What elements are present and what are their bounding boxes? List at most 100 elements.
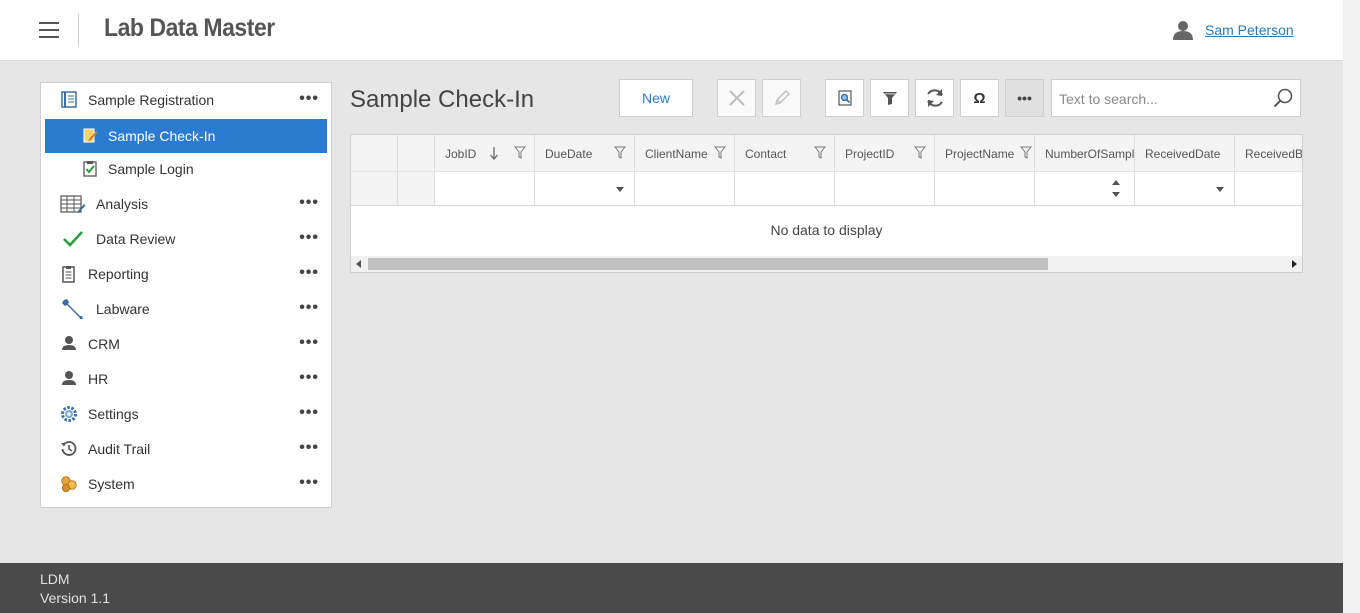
column-header-label: ReceivedDate <box>1145 147 1221 161</box>
grid-header-row: JobID DueDate ClientName Contact Project… <box>351 135 1302 172</box>
column-header-numberofsamples[interactable]: NumberOfSampl <box>1035 135 1135 171</box>
sidebar-item-label: CRM <box>88 336 120 352</box>
hamburger-menu-icon[interactable] <box>39 22 59 38</box>
page-scrollbar[interactable] <box>1343 0 1360 613</box>
sidebar-item-sample-registration[interactable]: Sample Registration ••• <box>41 83 331 118</box>
column-filter-icon[interactable] <box>514 146 526 159</box>
spin-up-icon[interactable] <box>1112 180 1120 185</box>
more-options-icon[interactable]: ••• <box>299 369 319 387</box>
gear-icon <box>61 406 77 422</box>
more-options-icon[interactable]: ••• <box>299 334 319 352</box>
sidebar-item-label: Sample Registration <box>88 92 215 108</box>
user-avatar-icon <box>1173 21 1193 40</box>
search-input[interactable] <box>1059 88 1264 110</box>
sidebar-item-analysis[interactable]: Analysis ••• <box>41 187 331 222</box>
more-options-icon[interactable]: ••• <box>299 90 319 108</box>
filter-cell-clientname[interactable] <box>635 172 735 205</box>
filter-cell-duedate[interactable] <box>535 172 635 205</box>
scrollbar-thumb[interactable] <box>368 258 1048 270</box>
sidebar-item-crm[interactable]: CRM ••• <box>41 327 331 362</box>
sidebar-item-system[interactable]: System ••• <box>41 467 331 502</box>
history-icon <box>61 441 77 456</box>
spreadsheet-icon <box>60 195 86 213</box>
dropdown-arrow-icon[interactable] <box>616 187 624 192</box>
column-header-label: ProjectID <box>845 147 895 161</box>
filter-cell-jobid[interactable] <box>435 172 535 205</box>
delete-button[interactable] <box>717 79 756 117</box>
column-header-clientname[interactable]: ClientName <box>635 135 735 171</box>
sort-descending-icon[interactable] <box>489 146 499 160</box>
column-header-projectid[interactable]: ProjectID <box>835 135 935 171</box>
more-toolbar-button[interactable]: ••• <box>1005 79 1044 117</box>
grid-command-column[interactable] <box>398 135 435 171</box>
column-header-label: Contact <box>745 147 787 161</box>
special-chars-button[interactable]: Ω <box>960 79 999 117</box>
sidebar-item-hr[interactable]: HR ••• <box>41 362 331 397</box>
sidebar-item-label: Labware <box>96 301 150 317</box>
more-options-icon[interactable]: ••• <box>299 264 319 282</box>
spin-down-icon[interactable] <box>1112 192 1120 197</box>
more-options-icon[interactable]: ••• <box>299 229 319 247</box>
sidebar-item-sample-check-in[interactable]: Sample Check-In <box>45 119 327 153</box>
column-header-duedate[interactable]: DueDate <box>535 135 635 171</box>
column-header-jobid[interactable]: JobID <box>435 135 535 171</box>
sidebar-item-label: Reporting <box>88 266 149 282</box>
column-header-receivedby[interactable]: ReceivedBy <box>1235 135 1302 171</box>
column-filter-icon[interactable] <box>814 146 826 159</box>
sidebar-item-label: Data Review <box>96 231 176 247</box>
clipboard-icon <box>62 266 75 283</box>
column-header-label: JobID <box>445 147 477 161</box>
filter-cell-projectid[interactable] <box>835 172 935 205</box>
registration-icon <box>61 91 77 108</box>
scroll-right-icon[interactable] <box>1292 260 1297 268</box>
column-header-label: DueDate <box>545 147 593 161</box>
search-box <box>1051 79 1301 117</box>
column-header-projectname[interactable]: ProjectName <box>935 135 1035 171</box>
more-options-icon[interactable]: ••• <box>299 299 319 317</box>
grid-select-column[interactable] <box>351 135 398 171</box>
column-header-label: ProjectName <box>945 147 1015 161</box>
preview-button[interactable] <box>825 79 864 117</box>
more-options-icon[interactable]: ••• <box>299 404 319 422</box>
sidebar-item-label: Analysis <box>96 196 149 212</box>
new-button[interactable]: New <box>619 79 693 117</box>
user-name-link[interactable]: Sam Peterson <box>1205 22 1294 38</box>
filter-cell-receivedby[interactable] <box>1235 172 1302 205</box>
dropdown-arrow-icon[interactable] <box>1216 187 1224 192</box>
footer: LDM Version 1.1 <box>0 563 1343 613</box>
sidebar-item-data-review[interactable]: Data Review ••• <box>41 222 331 257</box>
system-icon <box>61 476 77 493</box>
sidebar-item-sample-login[interactable]: Sample Login <box>41 152 331 187</box>
column-filter-icon[interactable] <box>614 146 626 159</box>
sidebar-item-label: Sample Login <box>108 161 194 177</box>
more-options-icon[interactable]: ••• <box>299 194 319 212</box>
refresh-icon <box>926 89 943 107</box>
column-header-contact[interactable]: Contact <box>735 135 835 171</box>
filter-button[interactable] <box>870 79 909 117</box>
more-options-icon[interactable]: ••• <box>299 439 319 457</box>
filter-cell-projectname[interactable] <box>935 172 1035 205</box>
column-filter-icon[interactable] <box>714 146 726 159</box>
search-icon[interactable] <box>1272 87 1294 109</box>
filter-cell-numberofsamples[interactable] <box>1035 172 1135 205</box>
sidebar-item-label: Audit Trail <box>88 441 151 457</box>
filter-cell-receiveddate[interactable] <box>1135 172 1235 205</box>
edit-button[interactable] <box>762 79 801 117</box>
more-options-icon[interactable]: ••• <box>299 474 319 492</box>
sidebar-item-label: Settings <box>88 406 139 422</box>
column-filter-icon[interactable] <box>914 146 926 159</box>
footer-app-name: LDM <box>40 571 70 587</box>
sidebar-item-audit-trail[interactable]: Audit Trail ••• <box>41 432 331 467</box>
sidebar-item-settings[interactable]: Settings ••• <box>41 397 331 432</box>
column-header-receiveddate[interactable]: ReceivedDate <box>1135 135 1235 171</box>
grid-horizontal-scrollbar[interactable] <box>351 256 1302 272</box>
refresh-button[interactable] <box>915 79 954 117</box>
column-filter-icon[interactable] <box>1020 146 1032 159</box>
sidebar-item-labware[interactable]: Labware ••• <box>41 292 331 327</box>
data-grid: JobID DueDate ClientName Contact Project… <box>350 134 1303 273</box>
scroll-left-icon[interactable] <box>356 260 361 268</box>
sidebar-item-reporting[interactable]: Reporting ••• <box>41 257 331 292</box>
pencil-icon <box>774 90 790 105</box>
filter-cell-contact[interactable] <box>735 172 835 205</box>
omega-icon: Ω <box>973 89 986 107</box>
